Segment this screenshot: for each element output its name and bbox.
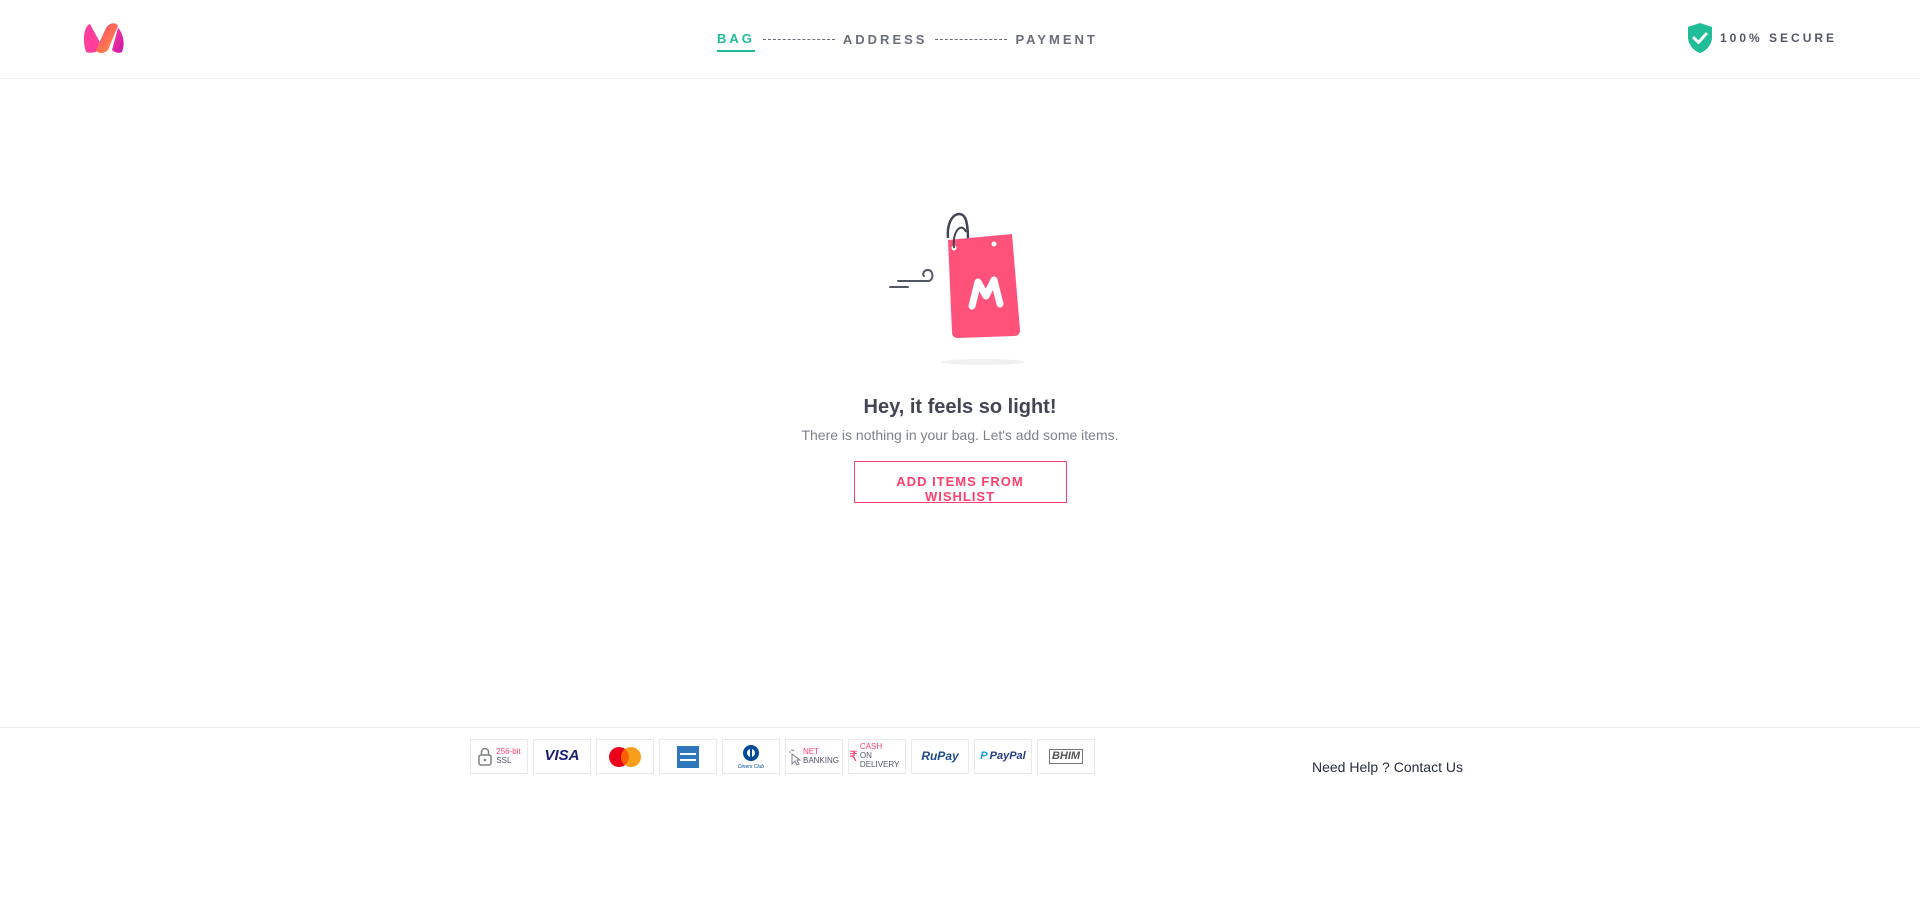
empty-bag-title: Hey, it feels so light!: [863, 396, 1057, 418]
diners-badge: Diners Club: [722, 739, 780, 774]
payment-badges: 256-bit SSL VISA Diners Club NET BANKING…: [470, 739, 1095, 774]
banking-label: BANKING: [802, 755, 839, 765]
rupay-label: RuPay: [921, 748, 959, 763]
visa-label: VISA: [544, 747, 580, 765]
ssl-badge: 256-bit SSL: [470, 739, 528, 774]
svg-text:Diners Club: Diners Club: [738, 764, 764, 770]
ssl-label: SSL: [496, 755, 512, 765]
add-from-wishlist-button[interactable]: ADD ITEMS FROM WISHLIST: [853, 461, 1067, 504]
checkout-footer: 256-bit SSL VISA Diners Club NET BANKING…: [0, 727, 1920, 787]
empty-shopping-bag-icon: [888, 212, 1025, 365]
visa-badge: VISA: [533, 739, 591, 774]
paypal-label: PayPal: [989, 750, 1026, 763]
paypal-icon: P: [980, 750, 988, 763]
bhim-badge: BHIM: [1037, 739, 1095, 774]
cod-badge: ₹ CASH ON DELIVERY: [848, 739, 906, 774]
myntra-logo-icon[interactable]: [80, 20, 128, 56]
checkout-steps: BAG ADDRESS PAYMENT: [717, 31, 1098, 52]
mastercard-badge: [596, 739, 654, 774]
step-divider: [762, 38, 835, 40]
bhim-label: BHIM: [1048, 749, 1084, 764]
mastercard-icon: [609, 746, 641, 767]
checkout-header: BAG ADDRESS PAYMENT 100% SECURE: [0, 0, 1920, 79]
step-divider: [935, 38, 1008, 40]
empty-bag-section: Hey, it feels so light! There is nothing…: [0, 210, 1920, 504]
lock-icon: [478, 747, 493, 766]
need-help-text: Need Help ?: [1312, 759, 1390, 775]
step-payment[interactable]: PAYMENT: [1015, 32, 1097, 51]
amex-badge: [659, 739, 717, 774]
secure-label: 100% SECURE: [1720, 31, 1838, 45]
paypal-badge: P PayPal: [974, 739, 1032, 774]
contact-us-link[interactable]: Contact Us: [1394, 759, 1463, 775]
amex-icon: [677, 745, 699, 768]
help-contact: Need Help ? Contact Us: [1312, 759, 1463, 775]
secure-badge: 100% SECURE: [1686, 22, 1837, 54]
rupee-icon: ₹: [849, 747, 858, 764]
rupay-badge: RuPay: [911, 739, 969, 774]
empty-bag-subtitle: There is nothing in your bag. Let's add …: [801, 427, 1119, 443]
cursor-click-icon: [788, 748, 801, 766]
shield-check-icon: [1688, 23, 1712, 53]
step-bag[interactable]: BAG: [717, 31, 755, 52]
diners-club-icon: Diners Club: [738, 744, 764, 770]
step-address[interactable]: ADDRESS: [843, 32, 928, 51]
net-banking-badge: NET BANKING: [785, 739, 843, 774]
on-delivery-label: ON DELIVERY: [859, 751, 900, 769]
